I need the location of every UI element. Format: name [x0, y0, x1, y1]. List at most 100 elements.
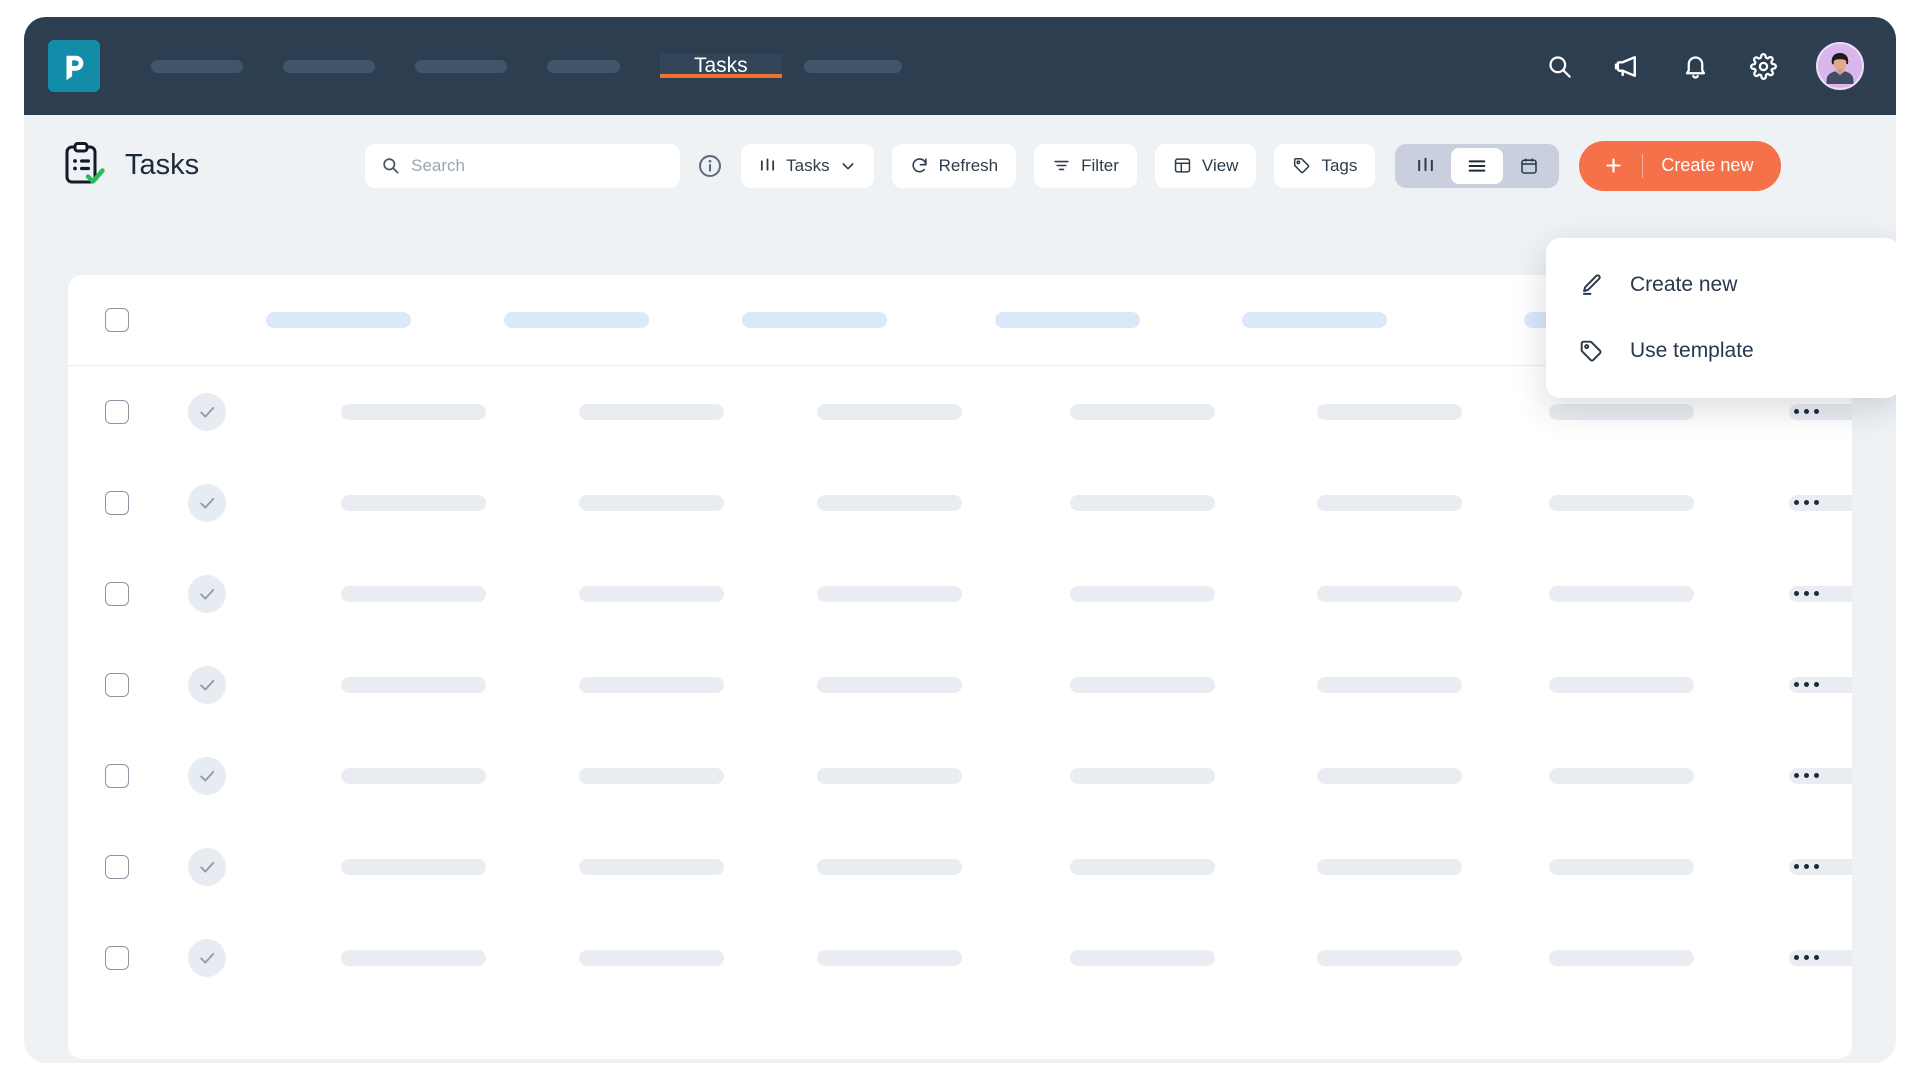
- row-checkbox[interactable]: [105, 399, 129, 424]
- row-cell-skeleton: [817, 767, 962, 784]
- row-cell-skeleton: [579, 676, 724, 693]
- view-button-label: View: [1201, 155, 1239, 175]
- chevron-down-icon: [840, 158, 856, 174]
- bell-icon[interactable]: [1680, 51, 1710, 81]
- table-row[interactable]: [68, 912, 1852, 1003]
- more-options-icon[interactable]: [1788, 399, 1824, 425]
- row-cell-skeleton: [1549, 767, 1694, 784]
- info-circle-icon[interactable]: [697, 153, 723, 179]
- page-title: Tasks: [125, 149, 200, 181]
- nav-left-group: Tasks: [24, 17, 902, 115]
- search-input-wrapper[interactable]: [365, 143, 681, 188]
- row-checkbox[interactable]: [105, 581, 129, 606]
- row-cells: [226, 457, 1852, 548]
- view-selector-label: Tasks: [786, 155, 830, 175]
- tag-icon: [1292, 156, 1311, 175]
- row-checkbox[interactable]: [105, 945, 129, 970]
- row-cell-skeleton: [579, 858, 724, 875]
- plus-icon: [1603, 155, 1624, 176]
- row-checkbox[interactable]: [105, 672, 129, 697]
- check-circle-icon[interactable]: [188, 665, 226, 704]
- table-row[interactable]: [68, 821, 1852, 912]
- more-options-icon[interactable]: [1788, 763, 1824, 789]
- more-options-icon[interactable]: [1788, 490, 1824, 516]
- nav-tab-placeholder-2[interactable]: [283, 59, 375, 73]
- menu-item-use-template[interactable]: Use template: [1546, 318, 1896, 384]
- more-options-icon[interactable]: [1788, 945, 1824, 971]
- nav-tab-placeholder-4[interactable]: [547, 59, 620, 73]
- filter-icon: [1052, 156, 1071, 175]
- row-checkbox[interactable]: [105, 490, 129, 515]
- row-cell-skeleton: [1070, 585, 1215, 602]
- header-cell-skeleton: [504, 312, 649, 328]
- row-checkbox[interactable]: [105, 854, 129, 879]
- search-icon[interactable]: [1544, 51, 1574, 81]
- nav-tab-tasks[interactable]: Tasks: [660, 54, 782, 78]
- more-options-icon[interactable]: [1788, 581, 1824, 607]
- row-cell-skeleton: [817, 676, 962, 693]
- row-cell-skeleton: [1317, 767, 1462, 784]
- filter-button[interactable]: Filter: [1034, 143, 1137, 188]
- check-circle-icon[interactable]: [188, 847, 226, 886]
- row-cell-skeleton: [1070, 949, 1215, 966]
- row-cells: [226, 639, 1852, 730]
- more-options-icon[interactable]: [1788, 672, 1824, 698]
- row-cell-skeleton: [1549, 858, 1694, 875]
- nav-tab-placeholder-1[interactable]: [151, 59, 243, 73]
- nav-tab-placeholder-3[interactable]: [415, 59, 507, 73]
- create-new-button[interactable]: Create new: [1579, 140, 1782, 191]
- header-cell-skeleton: [742, 312, 887, 328]
- row-cell-skeleton: [341, 767, 486, 784]
- gear-icon[interactable]: [1748, 51, 1778, 81]
- row-cell-skeleton: [579, 403, 724, 420]
- layout-toggle-group: [1395, 143, 1560, 188]
- avatar[interactable]: [1816, 42, 1864, 90]
- search-input[interactable]: [411, 155, 665, 176]
- nav-tab-placeholder-5[interactable]: [803, 59, 902, 73]
- table-row[interactable]: [68, 639, 1852, 730]
- check-circle-icon[interactable]: [188, 392, 226, 431]
- row-cell-skeleton: [579, 767, 724, 784]
- app-window: Tasks Tasks Search Tasks Refresh Filter …: [24, 17, 1896, 1063]
- check-circle-icon[interactable]: [188, 756, 226, 795]
- row-cells: [226, 912, 1852, 1003]
- view-button[interactable]: View: [1154, 143, 1257, 188]
- row-cells: [226, 821, 1852, 912]
- row-cell-skeleton: [1070, 403, 1215, 420]
- calendar-view-toggle[interactable]: [1503, 148, 1555, 184]
- row-cell-skeleton: [1317, 585, 1462, 602]
- tags-button[interactable]: Tags: [1274, 143, 1376, 188]
- row-cell-skeleton: [1549, 403, 1694, 420]
- row-cell-skeleton: [341, 494, 486, 511]
- table-row[interactable]: [68, 730, 1852, 821]
- row-cell-skeleton: [341, 403, 486, 420]
- select-all-checkbox[interactable]: [105, 308, 129, 332]
- row-checkbox[interactable]: [105, 763, 129, 788]
- check-circle-icon[interactable]: [188, 574, 226, 613]
- table-row[interactable]: [68, 548, 1852, 639]
- p-logo-icon[interactable]: [48, 40, 100, 92]
- refresh-button[interactable]: Refresh: [891, 143, 1017, 188]
- board-view-toggle[interactable]: [1399, 148, 1451, 184]
- menu-item-create-new[interactable]: Create new: [1546, 252, 1896, 318]
- create-new-divider: [1642, 153, 1644, 178]
- view-selector-dropdown[interactable]: Tasks: [741, 143, 874, 188]
- row-cells: [226, 730, 1852, 821]
- table-row[interactable]: [68, 457, 1852, 548]
- list-view-toggle[interactable]: [1451, 147, 1504, 184]
- filter-button-label: Filter: [1081, 155, 1119, 175]
- row-cell-skeleton: [341, 949, 486, 966]
- more-options-icon[interactable]: [1788, 854, 1824, 880]
- check-circle-icon[interactable]: [188, 483, 226, 522]
- check-circle-icon[interactable]: [188, 938, 226, 977]
- layout-panel-icon: [1173, 156, 1192, 175]
- row-cell-skeleton: [341, 585, 486, 602]
- row-cell-skeleton: [1317, 676, 1462, 693]
- row-cells: [226, 548, 1852, 639]
- row-cell-skeleton: [1070, 676, 1215, 693]
- row-cell-skeleton: [1317, 949, 1462, 966]
- row-cell-skeleton: [1549, 949, 1694, 966]
- row-cell-skeleton: [817, 949, 962, 966]
- megaphone-icon[interactable]: [1612, 51, 1642, 81]
- header-cell-skeleton: [1242, 312, 1387, 328]
